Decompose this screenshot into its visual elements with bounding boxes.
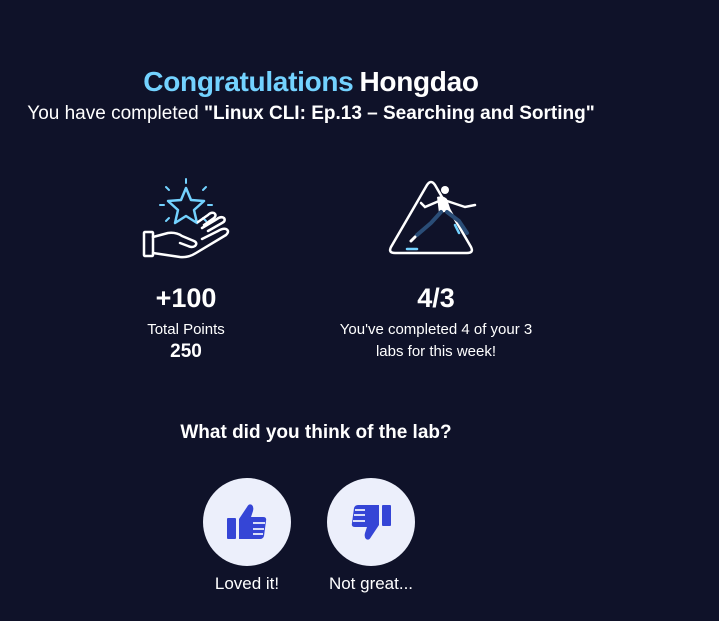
weekly-labs-line2: labs for this week! xyxy=(375,343,497,360)
thumbs-down-button[interactable] xyxy=(327,478,415,566)
user-name: Hongdao xyxy=(359,66,479,97)
loved-it-label[interactable]: Loved it! xyxy=(177,574,317,594)
completion-screen: Congratulations Hongdao You have complete… xyxy=(0,0,719,621)
thumbs-up-icon xyxy=(227,504,267,539)
feedback-question: What did you think of the lab? xyxy=(180,422,452,443)
points-stat: +100 Total Points 250 xyxy=(106,170,266,363)
completion-subtitle: You have completed "Linux CLI: Ep.13 – S… xyxy=(0,103,622,125)
points-gained: +100 xyxy=(155,283,217,313)
congrats-word: Congratulations xyxy=(143,66,354,97)
not-great-option[interactable]: Not great... xyxy=(301,478,441,594)
weekly-labs-ratio: 4/3 xyxy=(417,283,455,313)
completed-prefix: You have completed xyxy=(27,103,199,124)
total-points-value: 250 xyxy=(170,341,202,362)
total-points-label: Total Points xyxy=(147,321,225,338)
thumbs-up-button[interactable] xyxy=(203,478,291,566)
hand-star-icon xyxy=(142,178,230,259)
weekly-labs-text: You've completed 4 of your 3 labs for th… xyxy=(306,319,566,363)
weekly-labs-stat: 4/3 You've completed 4 of your 3 labs fo… xyxy=(306,170,566,363)
not-great-label[interactable]: Not great... xyxy=(301,574,441,594)
thumbs-down-icon xyxy=(351,505,391,540)
loved-it-option[interactable]: Loved it! xyxy=(177,478,317,594)
weekly-labs-line1: You've completed 4 of your 3 xyxy=(339,321,533,338)
runner-triangle-icon xyxy=(388,180,477,255)
lab-name: "Linux CLI: Ep.13 – Searching and Sortin… xyxy=(204,103,595,124)
congrats-title: Congratulations Hongdao xyxy=(0,66,622,98)
